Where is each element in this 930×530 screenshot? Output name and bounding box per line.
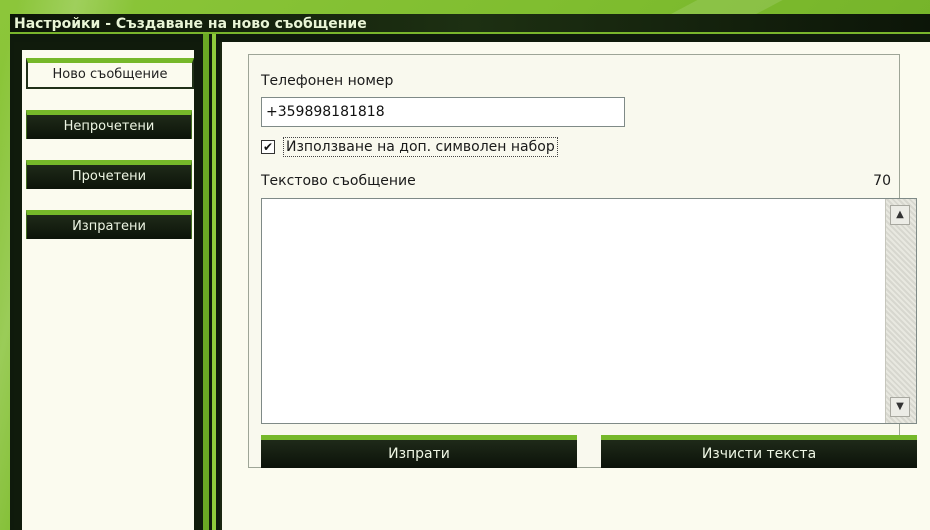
window-title: Настройки - Създаване на ново съобщение bbox=[14, 16, 367, 32]
sidebar-item-new-message[interactable]: Ново съобщение bbox=[26, 58, 194, 89]
charset-checkbox[interactable]: ✔ bbox=[261, 140, 275, 154]
sidebar-item-read[interactable]: Прочетени bbox=[26, 160, 192, 189]
charset-checkbox-label[interactable]: Използване на доп. символен набор bbox=[283, 137, 558, 157]
send-button[interactable]: Изпрати bbox=[261, 435, 577, 468]
clear-button-label: Изчисти текста bbox=[701, 446, 817, 462]
phone-number-input[interactable] bbox=[261, 97, 625, 127]
phone-label: Телефонен номер bbox=[261, 73, 394, 89]
title-bar: Настройки - Създаване на ново съобщение bbox=[10, 14, 930, 34]
sidebar-item-unread[interactable]: Непрочетени bbox=[26, 110, 192, 139]
char-counter: 70 bbox=[873, 173, 891, 189]
clear-text-button[interactable]: Изчисти текста bbox=[601, 435, 917, 468]
sidebar-item-label: Ново съобщение bbox=[52, 67, 168, 82]
scroll-up-arrow-icon[interactable]: ▲ bbox=[890, 205, 910, 225]
title-bar-edge bbox=[10, 32, 930, 34]
send-button-label: Изпрати bbox=[388, 446, 450, 462]
textarea-scrollbar[interactable]: ▲ ▼ bbox=[885, 199, 916, 423]
message-form-panel: Телефонен номер ✔ Използване на доп. сим… bbox=[248, 54, 917, 468]
splitter[interactable] bbox=[203, 34, 209, 530]
message-label: Текстово съобщение bbox=[261, 173, 416, 189]
scroll-down-arrow-icon[interactable]: ▼ bbox=[890, 397, 910, 417]
app-window: Настройки - Създаване на ново съобщение … bbox=[10, 14, 930, 530]
message-textarea[interactable] bbox=[262, 199, 886, 423]
sidebar-item-label: Прочетени bbox=[71, 169, 147, 184]
message-textarea-container: ▲ ▼ bbox=[261, 198, 917, 424]
sidebar-item-label: Непрочетени bbox=[63, 119, 155, 134]
sidebar: Ново съобщение Непрочетени Прочетени Изп… bbox=[22, 50, 194, 530]
splitter-highlight bbox=[212, 34, 216, 530]
main-content: Телефонен номер ✔ Използване на доп. сим… bbox=[220, 42, 930, 530]
sidebar-item-label: Изпратени bbox=[72, 219, 146, 234]
sidebar-item-sent[interactable]: Изпратени bbox=[26, 210, 192, 239]
